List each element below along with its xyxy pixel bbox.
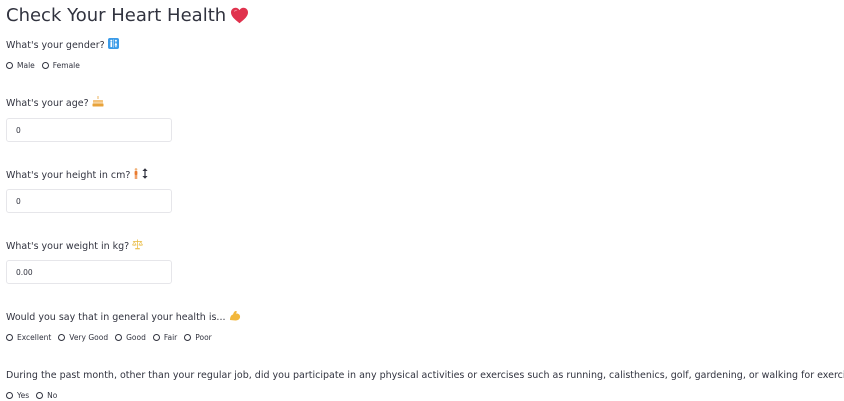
radio-circle[interactable]	[6, 62, 13, 69]
health-option-excellent[interactable]: Excellent	[6, 333, 51, 342]
age-label-text: What's your age?	[6, 97, 89, 109]
radio-circle[interactable]	[184, 334, 192, 341]
gender-option-female[interactable]: Female	[41, 61, 80, 70]
restroom-icon	[107, 38, 119, 52]
height-label-text: What's your height in cm?	[6, 169, 131, 181]
height-input[interactable]	[6, 189, 172, 213]
radio-circle[interactable]	[36, 392, 44, 399]
flexed-biceps-icon	[229, 310, 241, 324]
gender-option-male-label: Male	[17, 61, 35, 70]
heart-icon	[230, 7, 249, 24]
health-label-text: Would you say that in general your healt…	[6, 311, 226, 323]
activity-option-yes-label: Yes	[17, 391, 30, 400]
activity-label: During the past month, other than your r…	[6, 368, 844, 382]
page-title-text: Check Your Heart Health	[6, 5, 227, 26]
health-option-very-good[interactable]: Very Good	[58, 333, 108, 342]
up-down-arrow-icon	[142, 168, 149, 182]
page-title: Check Your Heart Health	[6, 5, 249, 26]
health-option-fair-label: Fair	[163, 333, 178, 342]
activity-option-no[interactable]: No	[36, 391, 57, 400]
radio-circle[interactable]	[58, 334, 66, 341]
gender-option-female-label: Female	[52, 61, 80, 70]
radio-circle[interactable]	[115, 334, 123, 341]
activity-option-yes[interactable]: Yes	[6, 391, 29, 400]
health-option-good[interactable]: Good	[115, 333, 146, 342]
height-label: What's your height in cm?	[6, 168, 149, 182]
health-option-excellent-label: Excellent	[17, 333, 52, 342]
health-radio-group: Excellent Very Good Good Fair Poor	[6, 333, 212, 342]
activity-label-text: During the past month, other than your r…	[6, 369, 844, 381]
health-option-very-good-label: Very Good	[69, 333, 109, 342]
health-option-good-label: Good	[126, 333, 146, 342]
radio-circle[interactable]	[152, 334, 160, 341]
activity-option-no-label: No	[47, 391, 58, 400]
health-option-poor-label: Poor	[195, 333, 212, 342]
radio-circle[interactable]	[41, 62, 49, 69]
health-option-fair[interactable]: Fair	[152, 333, 178, 342]
gender-option-male[interactable]: Male	[6, 61, 35, 70]
age-label: What's your age?	[6, 96, 104, 110]
health-label: Would you say that in general your healt…	[6, 310, 241, 324]
weight-label-text: What's your weight in kg?	[6, 240, 130, 252]
health-option-poor[interactable]: Poor	[184, 333, 212, 342]
gender-label: What's your gender?	[6, 38, 119, 52]
weight-input[interactable]	[6, 260, 172, 284]
radio-circle[interactable]	[6, 392, 13, 399]
activity-radio-group: Yes No	[6, 391, 57, 400]
radio-circle[interactable]	[6, 334, 13, 341]
person-standing-icon	[133, 168, 139, 182]
gender-radio-group: Male Female	[6, 61, 80, 70]
birthday-cake-icon	[92, 96, 104, 110]
age-input[interactable]	[6, 118, 172, 142]
gender-label-text: What's your gender?	[6, 39, 105, 51]
weight-label: What's your weight in kg?	[6, 239, 144, 253]
scale-icon	[132, 239, 144, 253]
